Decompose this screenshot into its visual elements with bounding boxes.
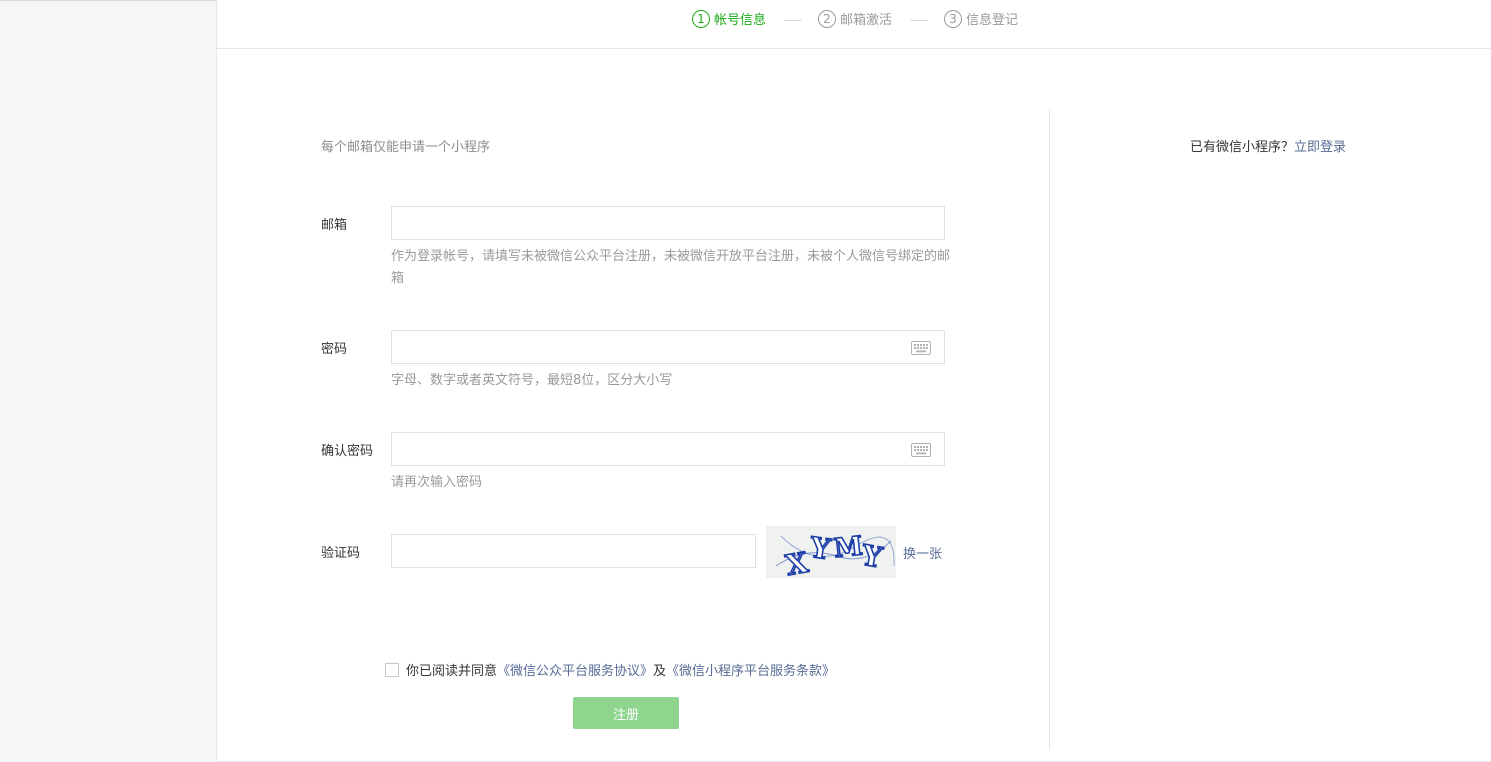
keyboard-icon[interactable] (911, 341, 931, 355)
login-hint-text: 已有微信小程序？ (1190, 140, 1295, 155)
agreement-checkbox[interactable] (385, 662, 399, 677)
email-field[interactable] (391, 206, 945, 240)
step-label-3: 信息登记 (966, 13, 1019, 28)
password-field[interactable] (391, 330, 945, 364)
agreement-prefix: 你已阅读并同意 (406, 664, 498, 679)
login-hint: 已有微信小程序？立即登录 (1190, 136, 1346, 155)
password-hint: 字母、数字或者英文符号，最短8位，区分大小写 (391, 373, 673, 388)
step-label-2: 邮箱激活 (840, 13, 893, 28)
step-info-registration: 3 信息登记 (944, 10, 1018, 30)
confirm-password-label: 确认密码 (321, 444, 374, 459)
service-agreement-link[interactable]: 《微信公众平台服务协议》 (497, 660, 653, 679)
captcha-char: Y (807, 531, 833, 567)
vertical-divider (1049, 110, 1050, 750)
captcha-char: M (832, 531, 864, 564)
step-label-1: 帐号信息 (714, 13, 767, 28)
password-label: 密码 (321, 342, 348, 357)
step-separator (910, 20, 928, 21)
step-email-activation: 2 邮箱激活 (818, 10, 892, 30)
confirm-password-hint: 请再次输入密码 (391, 475, 483, 490)
step-number-2: 2 (818, 10, 836, 28)
form-tip: 每个邮箱仅能申请一个小程序 (321, 140, 491, 155)
captcha-graphic: X Y M Y (775, 530, 895, 583)
agreement-middle: 及 (653, 664, 667, 679)
step-number-1: 1 (692, 10, 710, 28)
refresh-captcha-link[interactable]: 换一张 (903, 543, 942, 562)
email-label: 邮箱 (321, 218, 348, 233)
login-link[interactable]: 立即登录 (1294, 140, 1346, 155)
captcha-image[interactable]: X Y M Y (766, 526, 896, 583)
keyboard-icon[interactable] (911, 443, 931, 457)
captcha-label: 验证码 (321, 546, 361, 561)
step-account-info: 1 帐号信息 (692, 10, 766, 30)
step-number-3: 3 (944, 10, 962, 28)
register-button[interactable]: 注册 (573, 697, 679, 729)
miniprogram-terms-link[interactable]: 《微信小程序平台服务条款》 (666, 660, 835, 679)
captcha-input[interactable] (391, 534, 756, 568)
email-hint: 作为登录帐号，请填写未被微信公众平台注册，未被微信开放平台注册，未被个人微信号绑… (391, 249, 951, 286)
confirm-password-field[interactable] (391, 432, 945, 466)
captcha-char: X (783, 546, 810, 578)
step-separator (784, 20, 802, 21)
agreement-row: 你已阅读并同意 《微信公众平台服务协议》及《微信小程序平台服务条款》 (385, 660, 835, 679)
step-progress: 1 帐号信息 2 邮箱激活 3 信息登记 (216, 0, 1491, 49)
